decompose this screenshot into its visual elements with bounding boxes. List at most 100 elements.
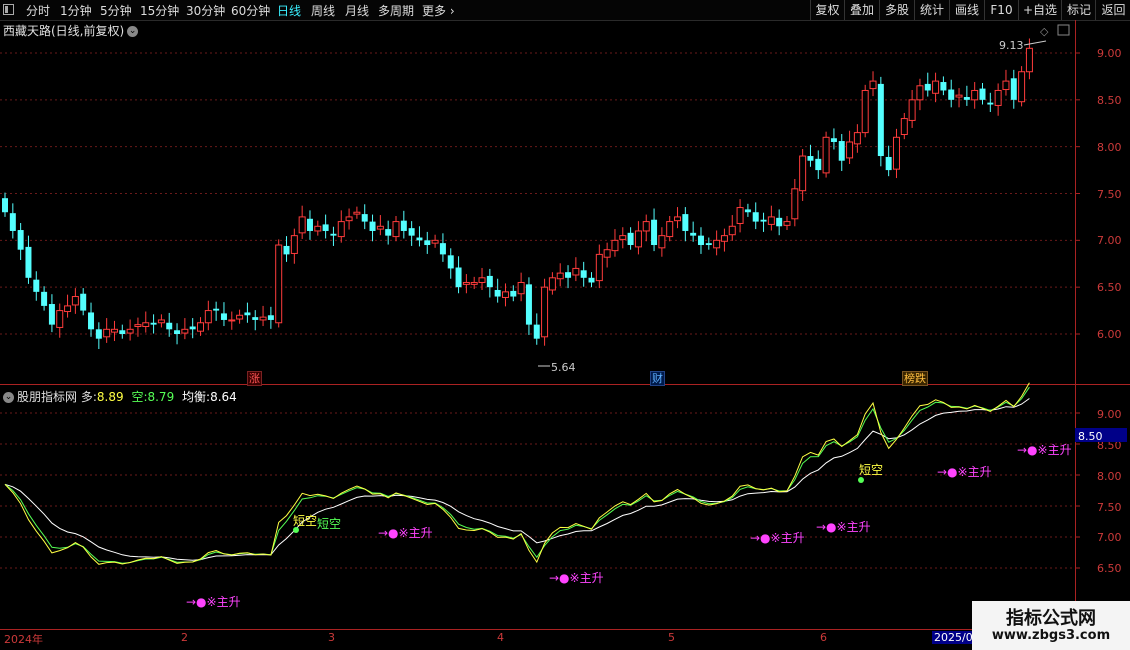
candle-body xyxy=(501,291,509,298)
candle-body xyxy=(1002,80,1010,91)
candle-body xyxy=(822,136,830,174)
ind-tick: 7.00 xyxy=(1097,531,1122,544)
candle-body xyxy=(705,243,712,246)
candle-body xyxy=(275,244,283,324)
candle-body xyxy=(330,233,337,236)
candle-body xyxy=(595,253,603,282)
candle-body xyxy=(392,221,400,238)
candle-body xyxy=(322,224,329,231)
candle-body xyxy=(994,89,1002,106)
candle-body xyxy=(126,328,134,334)
candle-body xyxy=(838,141,845,161)
price-axis: 9.00 8.50 8.00 7.50 7.00 6.50 6.00 xyxy=(1097,47,1122,341)
candle-body xyxy=(517,281,525,295)
tag-bangdie[interactable]: 榜跌 xyxy=(902,371,928,386)
candle-body xyxy=(166,322,173,330)
candle-body xyxy=(932,80,940,94)
kline-chart: 9.00 8.50 8.00 7.50 7.00 6.50 6.00 9.00 … xyxy=(0,20,1130,650)
signal-short-kong: 短空 xyxy=(317,517,341,531)
candle-body xyxy=(17,230,24,250)
candle-body xyxy=(110,328,118,333)
ind-tick: 7.50 xyxy=(1097,501,1122,514)
signal-short-kong: 短空 xyxy=(293,514,317,528)
candle-body xyxy=(642,221,650,232)
candle-body xyxy=(885,156,892,171)
candle-body xyxy=(33,279,40,292)
candle-body xyxy=(815,158,822,171)
candle-body xyxy=(408,228,415,236)
signals: 短空 短空 短空 →●※主升 →●※主升 →●※主升 →●※主升 →●※主升 →… xyxy=(186,443,1072,609)
candle-body xyxy=(955,94,963,98)
candle-body xyxy=(580,270,587,278)
price-tick: 6.50 xyxy=(1097,281,1122,294)
candle-body xyxy=(345,216,353,222)
candle-body xyxy=(846,141,854,159)
candle-body xyxy=(783,221,791,226)
candle-body xyxy=(314,225,322,232)
candle-body xyxy=(71,296,79,306)
candle-body xyxy=(892,136,900,170)
candle-body xyxy=(690,232,697,236)
candle-body xyxy=(924,83,931,91)
candle-body xyxy=(337,221,345,238)
date-label: 4 xyxy=(497,631,504,644)
candle-body xyxy=(80,293,87,311)
date-label: 2024年 xyxy=(4,633,43,646)
tag-cai[interactable]: 财 xyxy=(650,371,665,386)
candle-body xyxy=(713,239,721,249)
candle-body xyxy=(447,255,454,269)
candle-body xyxy=(971,89,979,101)
candle-body xyxy=(213,308,220,311)
candle-body xyxy=(95,329,102,339)
tag-zhang[interactable]: 涨 xyxy=(247,371,262,386)
high-label: 9.13 xyxy=(999,39,1024,52)
candle-body xyxy=(674,216,682,222)
candle-body xyxy=(572,267,580,276)
candle-body xyxy=(548,277,556,291)
candle-body xyxy=(290,235,298,254)
candle-body xyxy=(220,313,227,320)
window-icon[interactable] xyxy=(1057,24,1070,36)
candle-body xyxy=(767,216,775,225)
candle-body xyxy=(353,211,361,215)
zhusheng-signal: →●※主升 xyxy=(549,571,604,585)
candle-body xyxy=(424,240,431,246)
candle-body xyxy=(197,322,204,332)
date-label-current: 2025/0 xyxy=(932,631,975,644)
date-label: 3 xyxy=(328,631,335,644)
candle-body xyxy=(541,286,549,338)
candle-body xyxy=(869,80,877,90)
candle-body xyxy=(455,267,462,288)
candle-body xyxy=(204,310,212,324)
signal-dot xyxy=(858,477,864,483)
diamond-icon[interactable]: ◇ xyxy=(1040,25,1049,38)
indicator-axis: 9.00 8.50 8.00 7.50 7.00 6.50 8.50 xyxy=(1075,408,1127,575)
candle-body xyxy=(157,319,165,324)
candle-body xyxy=(588,277,595,283)
candle-body xyxy=(948,89,955,100)
candle-body xyxy=(720,235,728,242)
current-value: 8.50 xyxy=(1078,430,1103,443)
date-label: 6 xyxy=(820,631,827,644)
candle-body xyxy=(666,221,674,238)
candle-body xyxy=(619,235,627,240)
price-tick: 8.50 xyxy=(1097,94,1122,107)
candle-body xyxy=(940,82,947,91)
candle-body xyxy=(807,156,814,161)
candle-body xyxy=(88,312,95,330)
candle-body xyxy=(150,322,157,325)
zhusheng-signal: →●※主升 xyxy=(1017,443,1072,457)
candle-body xyxy=(416,237,423,241)
candle-body xyxy=(627,232,634,246)
zhusheng-signal: →●※主升 xyxy=(186,595,241,609)
price-tick: 8.00 xyxy=(1097,141,1122,154)
ind-tick: 8.00 xyxy=(1097,470,1122,483)
candle-body xyxy=(525,284,532,325)
candle-body xyxy=(791,188,799,220)
candle-body xyxy=(744,209,751,213)
candle-body xyxy=(611,239,619,252)
candle-body xyxy=(174,330,181,334)
candle-body xyxy=(877,83,884,157)
candle-body xyxy=(908,99,916,121)
candle-body xyxy=(853,132,861,145)
